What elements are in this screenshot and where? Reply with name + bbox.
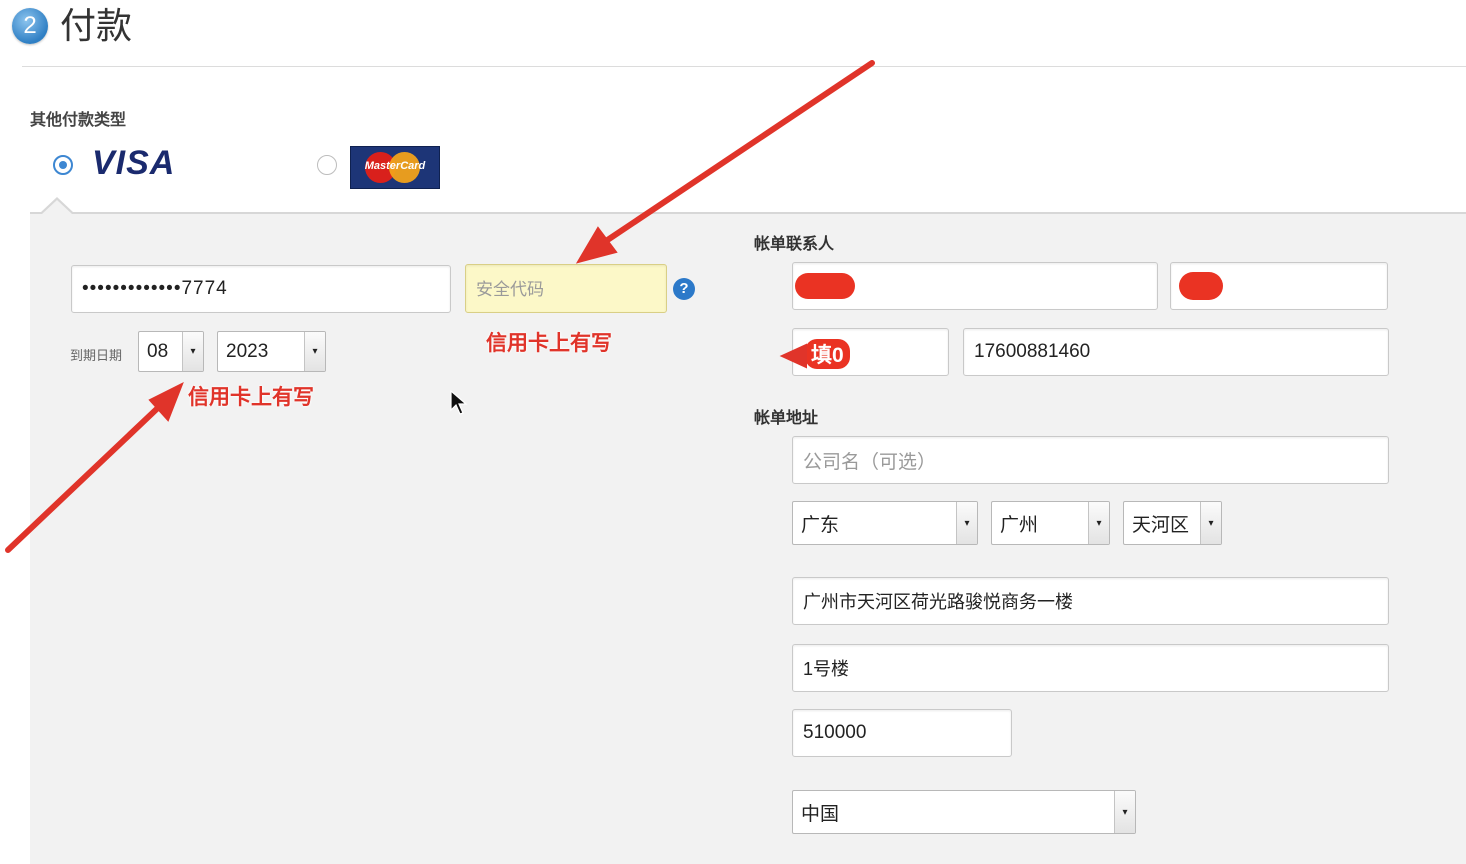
mouse-cursor-icon [450,390,468,415]
arrow-to-expiry [5,401,165,553]
arrow-head [779,343,807,369]
annotation-arrows [5,60,875,553]
arrow-to-security-code [603,60,875,244]
arrow-head [575,226,618,264]
